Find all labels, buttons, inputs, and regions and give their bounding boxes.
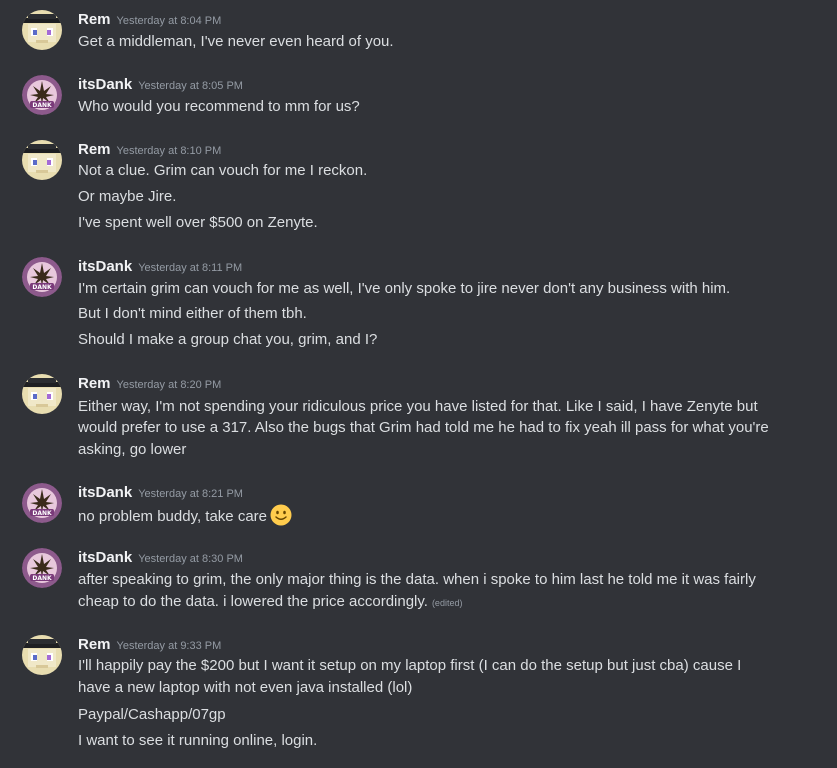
itsdank-avatar[interactable]: DANK: [22, 483, 62, 523]
cannabis-leaf-icon: DANK: [22, 257, 62, 297]
cannabis-leaf-icon: DANK: [22, 75, 62, 115]
username[interactable]: Rem: [78, 11, 111, 28]
timestamp: Yesterday at 8:05 PM: [138, 80, 243, 92]
pixel-character-icon: [22, 10, 62, 50]
cannabis-leaf-icon: DANK: [22, 548, 62, 588]
message-text: I've spent well over $500 on Zenyte.: [78, 214, 318, 231]
message-text-content: cheap to do the data. i lowered the pric…: [78, 593, 428, 610]
message-text: Either way, I'm not spending your ridicu…: [78, 398, 758, 415]
timestamp: Yesterday at 8:11 PM: [138, 262, 243, 274]
message-header: Rem Yesterday at 8:04 PM: [78, 10, 221, 30]
message-header: itsDank Yesterday at 8:30 PM: [78, 548, 243, 568]
username[interactable]: itsDank: [78, 258, 132, 275]
timestamp: Yesterday at 8:30 PM: [138, 553, 243, 565]
svg-text:DANK: DANK: [32, 575, 52, 582]
cannabis-leaf-icon: DANK: [22, 483, 62, 523]
message-header: Rem Yesterday at 8:10 PM: [78, 140, 221, 160]
pixel-character-icon: [22, 374, 62, 414]
message-text: Not a clue. Grim can vouch for me I reck…: [78, 162, 368, 179]
timestamp: Yesterday at 8:04 PM: [116, 15, 222, 27]
message-text: Or maybe Jire.: [78, 188, 177, 205]
message-header: itsDank Yesterday at 8:21 PM: [78, 483, 243, 503]
timestamp: Yesterday at 9:33 PM: [116, 640, 222, 652]
timestamp: Yesterday at 8:10 PM: [116, 145, 222, 157]
pixel-character-icon: [22, 140, 62, 180]
rem-avatar[interactable]: [22, 10, 62, 50]
username[interactable]: itsDank: [78, 76, 132, 93]
message-header: itsDank Yesterday at 8:05 PM: [78, 75, 243, 95]
timestamp: Yesterday at 8:21 PM: [138, 488, 243, 500]
message-text: after speaking to grim, the only major t…: [78, 571, 756, 588]
message-header: Rem Yesterday at 9:33 PM: [78, 635, 221, 655]
message-text: cheap to do the data. i lowered the pric…: [78, 591, 798, 614]
message-header: Rem Yesterday at 8:20 PM: [78, 374, 221, 394]
message-text: Who would you recommend to mm for us?: [78, 98, 360, 115]
message-text: asking, go lower: [78, 441, 187, 458]
message-text-content: no problem buddy, take care: [78, 508, 268, 525]
username[interactable]: Rem: [78, 375, 111, 392]
rem-avatar[interactable]: [22, 374, 62, 414]
edited-indicator: (edited): [431, 598, 463, 608]
timestamp: Yesterday at 8:20 PM: [116, 379, 222, 391]
svg-text:DANK: DANK: [32, 102, 52, 109]
slightly-smiling-face-icon[interactable]: [270, 504, 292, 533]
username[interactable]: Rem: [78, 636, 111, 653]
svg-text:DANK: DANK: [32, 510, 52, 517]
username[interactable]: Rem: [78, 141, 111, 158]
message-text: would prefer to use a 317. Also the bugs…: [78, 419, 769, 436]
username[interactable]: itsDank: [78, 549, 132, 566]
message-text: Should I make a group chat you, grim, an…: [78, 331, 378, 348]
message-text: I want to see it running online, login.: [78, 732, 318, 749]
rem-avatar[interactable]: [22, 140, 62, 180]
svg-text:DANK: DANK: [32, 284, 52, 291]
message-text: no problem buddy, take care: [78, 504, 798, 533]
message-header: itsDank Yesterday at 8:11 PM: [78, 257, 242, 277]
message-text: But I don't mind either of them tbh.: [78, 305, 307, 322]
itsdank-avatar[interactable]: DANK: [22, 75, 62, 115]
message-text: have a new laptop with not even java ins…: [78, 679, 413, 696]
rem-avatar[interactable]: [22, 635, 62, 675]
itsdank-avatar[interactable]: DANK: [22, 548, 62, 588]
message-text: I'll happily pay the $200 but I want it …: [78, 657, 742, 674]
username[interactable]: itsDank: [78, 484, 132, 501]
pixel-character-icon: [22, 635, 62, 675]
message-text: I'm certain grim can vouch for me as wel…: [78, 280, 731, 297]
itsdank-avatar[interactable]: DANK: [22, 257, 62, 297]
message-text: Get a middleman, I've never even heard o…: [78, 33, 394, 50]
message-text: Paypal/Cashapp/07gp: [78, 706, 226, 723]
